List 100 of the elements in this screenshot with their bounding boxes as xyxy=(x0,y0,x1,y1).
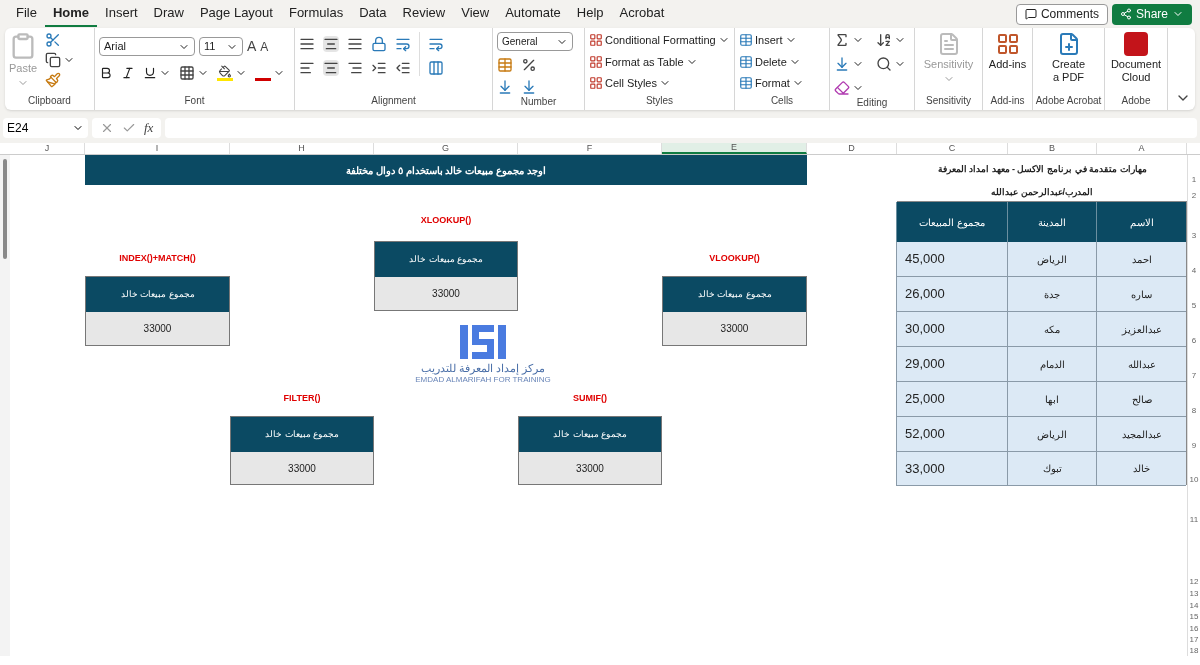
cells-menu-button[interactable]: Format xyxy=(739,75,804,92)
column-header[interactable]: F xyxy=(518,143,662,154)
insert-function-button[interactable]: fx xyxy=(144,118,154,138)
align-center-icon xyxy=(323,60,339,76)
menu-tab[interactable]: Page Layout xyxy=(191,1,281,27)
table-icon xyxy=(739,54,753,69)
table-cell: 30,000 xyxy=(896,312,1007,347)
enter-icon xyxy=(122,121,136,135)
menu-tab[interactable]: Review xyxy=(394,1,454,27)
row-header[interactable]: 2 xyxy=(1187,185,1200,201)
table-cell: عبدالله xyxy=(1096,347,1186,382)
align-middle-icon xyxy=(323,36,339,52)
styles-menu-button[interactable]: Cell Styles xyxy=(589,75,730,92)
table-cell: جدة xyxy=(1007,277,1096,312)
logo-arabic-text: مركز إمداد المعرفة للتدريب xyxy=(420,361,546,375)
column-header[interactable]: A xyxy=(1097,143,1187,154)
menu-tab[interactable]: Data xyxy=(351,1,395,27)
table-icon xyxy=(589,76,603,91)
column-header[interactable]: I xyxy=(85,143,230,154)
sort-filter-button[interactable] xyxy=(876,32,906,48)
borders-button[interactable] xyxy=(179,65,209,81)
scrollbar[interactable] xyxy=(0,155,10,656)
find-button[interactable] xyxy=(876,56,906,72)
row-header[interactable]: 7 xyxy=(1187,346,1200,381)
function-label: VLOOKUP() xyxy=(708,251,761,265)
table-icon xyxy=(739,33,753,48)
number-format-field[interactable]: General xyxy=(497,32,573,51)
row-header[interactable]: 6 xyxy=(1187,311,1200,346)
column-header[interactable]: E xyxy=(662,143,807,154)
row-header[interactable]: 18 xyxy=(1187,645,1200,656)
table-cell: تبوك xyxy=(1007,452,1096,486)
menu-tab[interactable]: Draw xyxy=(145,1,192,27)
table-icon xyxy=(589,33,603,48)
paintbrush-icon xyxy=(45,72,62,88)
clear-button[interactable] xyxy=(834,80,864,96)
table-cell: 45,000 xyxy=(896,242,1007,277)
table-cell: احمد xyxy=(1096,242,1186,277)
row-header[interactable]: 4 xyxy=(1187,241,1200,276)
bold-button[interactable] xyxy=(99,66,113,80)
shrink-font-button[interactable]: A xyxy=(260,37,269,56)
table-cell: ابها xyxy=(1007,382,1096,417)
document-cloud-button[interactable]: Document Cloud xyxy=(1109,32,1163,84)
fill-color-button[interactable] xyxy=(217,65,247,81)
name-box[interactable]: E24 xyxy=(3,118,88,138)
sort-icon xyxy=(876,32,892,48)
column-header[interactable]: J xyxy=(10,143,85,154)
menu-tab[interactable]: Automate xyxy=(497,1,569,27)
row-header[interactable]: 17 xyxy=(1187,634,1200,645)
row-header[interactable]: 13 xyxy=(1187,587,1200,599)
search-icon xyxy=(876,56,892,72)
column-header[interactable]: G xyxy=(374,143,518,154)
bold-icon xyxy=(99,66,113,80)
column-header[interactable]: C xyxy=(897,143,1008,154)
group-label: Number xyxy=(519,95,558,109)
font-name-field[interactable]: Arial xyxy=(99,37,195,56)
autosum-button[interactable] xyxy=(834,32,864,48)
row-header[interactable]: 5 xyxy=(1187,276,1200,311)
function-label: FILTER() xyxy=(282,391,322,405)
cancel-icon xyxy=(100,121,114,135)
add-ins-button[interactable]: Add-ins xyxy=(987,32,1028,73)
share-button[interactable]: Share xyxy=(1111,3,1192,25)
comments-button[interactable]: Comments xyxy=(1015,3,1108,25)
menu-tab[interactable]: Acrobat xyxy=(611,1,673,27)
group-label: Cells xyxy=(769,94,795,108)
menu-tab[interactable]: Formulas xyxy=(280,1,352,27)
menu-tab[interactable]: Help xyxy=(568,1,612,27)
menu-tab[interactable]: File xyxy=(8,1,45,27)
row-header[interactable]: 16 xyxy=(1187,622,1200,634)
italic-button[interactable] xyxy=(121,66,135,80)
styles-menu-button[interactable]: Format as Table xyxy=(589,53,730,70)
row-header[interactable]: 14 xyxy=(1187,599,1200,611)
row-header[interactable]: 10 xyxy=(1187,451,1200,485)
row-header[interactable]: 9 xyxy=(1187,416,1200,451)
underline-button[interactable] xyxy=(143,66,171,80)
cells-menu-button[interactable]: Insert xyxy=(739,32,804,49)
cells-menu-button[interactable]: Delete xyxy=(739,53,804,70)
fill-down-icon xyxy=(834,56,850,72)
underline-icon xyxy=(143,66,157,80)
row-header[interactable]: 12 xyxy=(1187,525,1200,587)
table-subtitle: المدرب/عبدالرحمن عبدالله xyxy=(990,186,1094,200)
menu-tab[interactable]: View xyxy=(453,1,498,27)
row-header[interactable]: 3 xyxy=(1187,201,1200,241)
menu-tab[interactable]: Insert xyxy=(97,1,146,27)
column-header[interactable]: H xyxy=(230,143,374,154)
table-cell: 25,000 xyxy=(896,382,1007,417)
table-icon xyxy=(739,76,753,91)
create-pdf-button[interactable]: Create a PDF xyxy=(1037,32,1100,84)
grow-font-button[interactable]: A xyxy=(247,36,257,57)
table-cell: مكه xyxy=(1007,312,1096,347)
column-header[interactable]: B xyxy=(1008,143,1097,154)
row-header[interactable]: 15 xyxy=(1187,611,1200,622)
fill-button[interactable] xyxy=(834,56,864,72)
row-header[interactable]: 1 xyxy=(1187,155,1200,185)
styles-menu-button[interactable]: Conditional Formatting xyxy=(589,32,730,49)
copy-button[interactable] xyxy=(45,52,76,68)
row-header[interactable]: 11 xyxy=(1187,485,1200,525)
row-header[interactable]: 8 xyxy=(1187,381,1200,416)
percent-icon xyxy=(521,57,537,73)
font-size-field[interactable]: 11 xyxy=(199,37,243,56)
scissors-icon xyxy=(45,32,62,48)
